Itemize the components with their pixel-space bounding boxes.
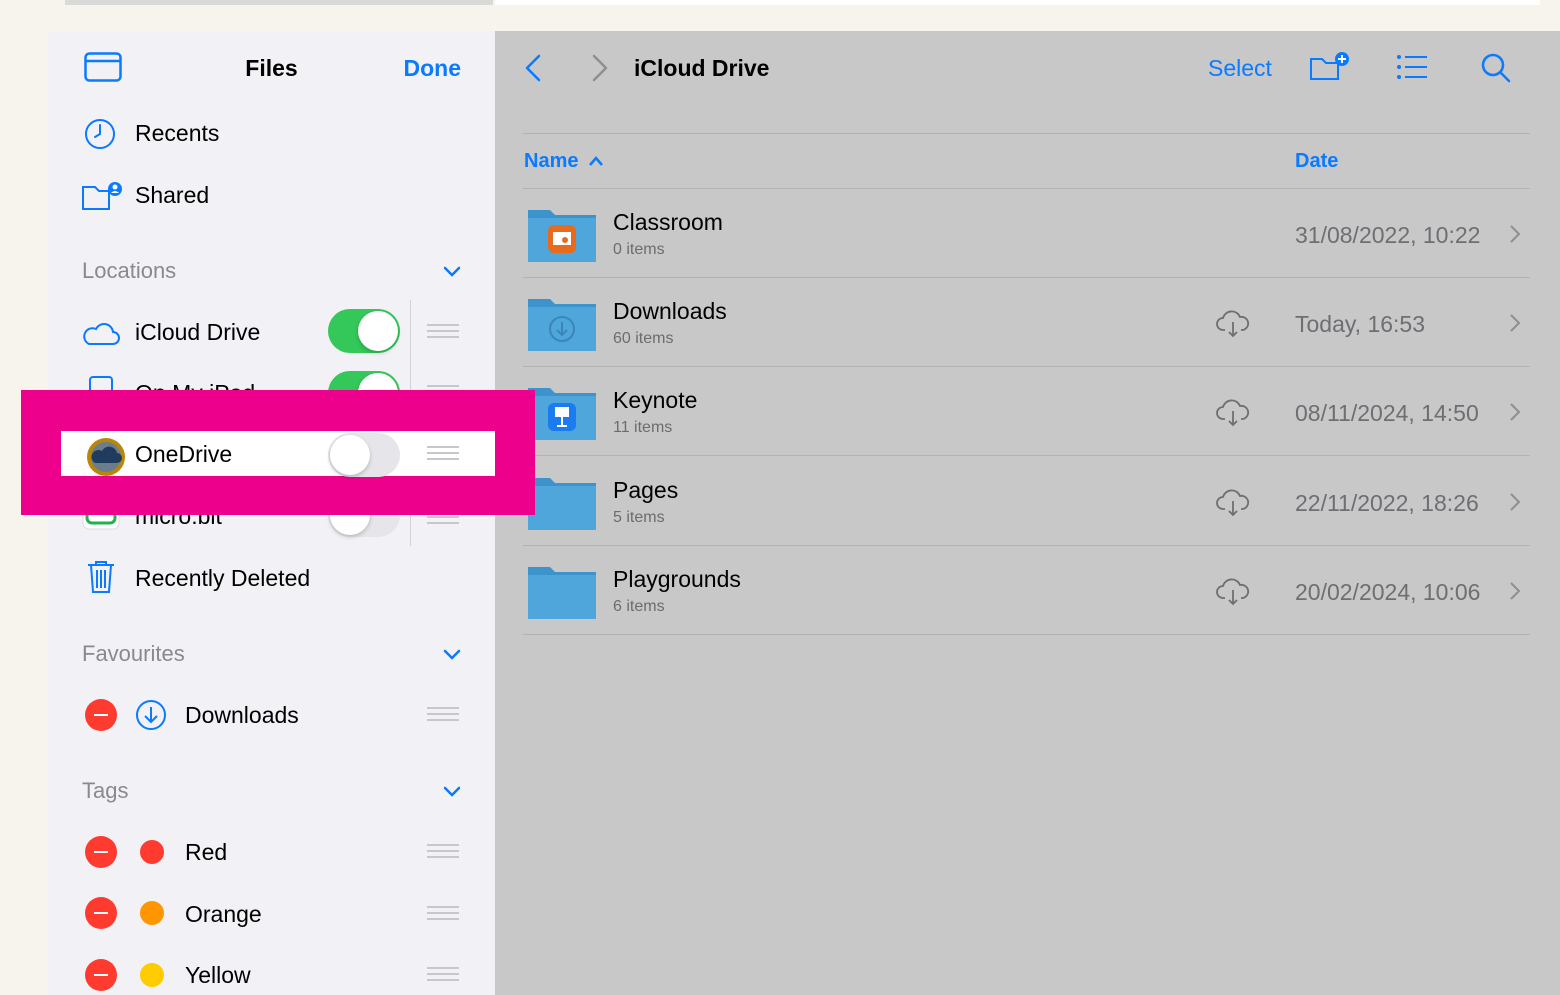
yellow-tag-dot-icon bbox=[140, 963, 164, 987]
cloud-download-icon[interactable] bbox=[1216, 489, 1250, 517]
chevron-right-icon bbox=[1510, 493, 1521, 511]
location-onedrive-label[interactable]: OneDrive bbox=[135, 441, 232, 468]
file-row[interactable]: Downloads 60 items Today, 16:53 bbox=[523, 278, 1530, 367]
pages-folder-icon bbox=[528, 478, 596, 530]
date-column-header[interactable]: Date bbox=[1295, 150, 1338, 173]
drag-handle-icon[interactable] bbox=[427, 906, 459, 922]
file-date: 20/02/2024, 10:06 bbox=[1295, 579, 1481, 605]
chevron-right-icon bbox=[1510, 314, 1521, 332]
file-row[interactable]: Pages 5 items 22/11/2022, 18:26 bbox=[523, 457, 1530, 546]
locations-header: Locations bbox=[82, 258, 177, 283]
name-column-header[interactable]: Name bbox=[524, 150, 604, 173]
icloud-icon bbox=[83, 323, 120, 345]
red-tag-dot-icon bbox=[140, 840, 164, 864]
divider bbox=[523, 133, 1530, 134]
drag-handle-icon[interactable] bbox=[427, 844, 459, 860]
select-button[interactable]: Select bbox=[1208, 55, 1272, 82]
file-row[interactable]: Playgrounds 6 items 20/02/2024, 10:06 bbox=[523, 546, 1530, 635]
file-row[interactable]: Classroom 0 items 31/08/2022, 10:22 bbox=[523, 189, 1530, 278]
forward-chevron-icon[interactable] bbox=[590, 53, 610, 83]
chevron-right-icon bbox=[1510, 225, 1521, 243]
tag-yellow-label[interactable]: Yellow bbox=[185, 962, 251, 989]
location-icloud-drive-label[interactable]: iCloud Drive bbox=[135, 319, 260, 346]
chevron-right-icon bbox=[1510, 582, 1521, 600]
chevron-right-icon bbox=[1510, 403, 1521, 421]
clock-icon bbox=[85, 119, 115, 149]
file-count: 0 items bbox=[613, 241, 665, 258]
keynote-folder-icon bbox=[528, 388, 596, 440]
tag-red-label[interactable]: Red bbox=[185, 839, 227, 866]
drag-handle-icon[interactable] bbox=[427, 967, 459, 983]
file-count: 60 items bbox=[613, 330, 674, 347]
file-date: 22/11/2022, 18:26 bbox=[1295, 490, 1479, 516]
remove-tag-icon[interactable] bbox=[85, 836, 117, 868]
sidebar-item-recents[interactable]: Recents bbox=[135, 120, 219, 147]
file-name: Playgrounds bbox=[613, 566, 741, 592]
file-count: 11 items bbox=[613, 419, 673, 436]
orange-tag-dot-icon bbox=[140, 901, 164, 925]
locations-chevron-down-icon[interactable] bbox=[442, 265, 462, 279]
favourite-downloads-label[interactable]: Downloads bbox=[185, 702, 299, 729]
drag-handle-icon[interactable] bbox=[427, 707, 459, 723]
drag-handle-icon[interactable] bbox=[427, 324, 459, 340]
main-pane: iCloud Drive Select Name Date Classroom bbox=[495, 31, 1560, 995]
file-count: 6 items bbox=[613, 598, 665, 615]
favourites-header: Favourites bbox=[82, 641, 185, 666]
tag-orange-label[interactable]: Orange bbox=[185, 901, 262, 928]
file-name: Classroom bbox=[613, 209, 723, 235]
top-strip bbox=[0, 0, 1560, 6]
download-icon bbox=[136, 700, 166, 730]
file-date: 08/11/2024, 14:50 bbox=[1295, 400, 1479, 426]
sort-ascending-icon bbox=[589, 156, 603, 166]
search-icon[interactable] bbox=[1480, 52, 1512, 84]
remove-favourite-icon[interactable] bbox=[85, 699, 117, 731]
drag-handle-icon[interactable] bbox=[427, 446, 459, 462]
cloud-download-icon[interactable] bbox=[1216, 310, 1250, 338]
done-button[interactable]: Done bbox=[404, 55, 462, 82]
cloud-download-icon[interactable] bbox=[1216, 578, 1250, 606]
remove-tag-icon[interactable] bbox=[85, 959, 117, 991]
list-view-icon[interactable] bbox=[1395, 53, 1429, 81]
trash-icon bbox=[88, 561, 114, 593]
new-folder-icon[interactable] bbox=[1308, 51, 1350, 83]
onedrive-toggle[interactable] bbox=[328, 433, 400, 477]
onedrive-icon bbox=[87, 438, 125, 476]
remove-tag-icon[interactable] bbox=[85, 897, 117, 929]
downloads-folder-icon bbox=[528, 299, 596, 351]
playgrounds-folder-icon bbox=[528, 567, 596, 619]
sidebar-item-shared[interactable]: Shared bbox=[135, 182, 209, 209]
cloud-download-icon[interactable] bbox=[1216, 399, 1250, 427]
file-name: Pages bbox=[613, 477, 679, 503]
page-title: iCloud Drive bbox=[634, 55, 770, 81]
sidebar-item-recently-deleted[interactable]: Recently Deleted bbox=[135, 565, 310, 592]
icloud-drive-toggle[interactable] bbox=[328, 309, 400, 353]
file-row[interactable]: Keynote 11 items 08/11/2024, 14:50 bbox=[523, 367, 1530, 456]
tags-chevron-down-icon[interactable] bbox=[442, 785, 462, 799]
file-name: Keynote bbox=[613, 387, 698, 413]
tags-header: Tags bbox=[82, 778, 129, 803]
file-date: 31/08/2022, 10:22 bbox=[1295, 222, 1481, 248]
favourites-chevron-down-icon[interactable] bbox=[442, 648, 462, 662]
back-chevron-icon[interactable] bbox=[523, 53, 543, 83]
shared-folder-icon bbox=[82, 182, 122, 210]
file-count: 5 items bbox=[613, 509, 665, 526]
file-date: Today, 16:53 bbox=[1295, 311, 1426, 337]
classroom-folder-icon bbox=[528, 210, 596, 262]
file-name: Downloads bbox=[613, 298, 727, 324]
name-column-label: Name bbox=[524, 150, 579, 172]
